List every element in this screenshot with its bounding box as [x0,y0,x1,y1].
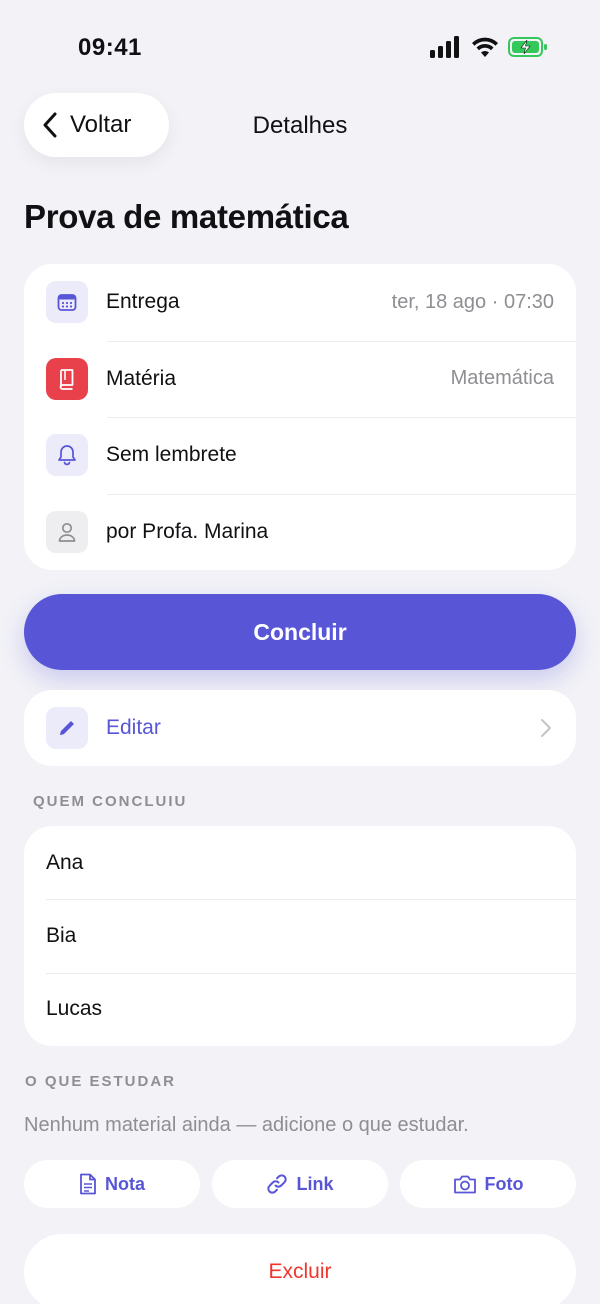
detail-row-subject[interactable]: Matéria Matemática [24,340,576,418]
detail-label: Entrega [106,290,180,314]
status-bar: 09:41 [0,0,600,96]
add-note-button[interactable]: Nota [24,1160,200,1208]
calendar-icon [46,281,88,324]
detail-label: por Profa. Marina [106,519,269,543]
page-title: Prova de matemática [24,198,349,235]
chevron-right-icon [541,719,551,737]
list-item: Ana [46,850,84,874]
add-link-button[interactable]: Link [212,1160,388,1208]
list-item: Lucas [24,972,576,1046]
completed-by-list: Ana Bia Lucas [24,826,576,1046]
detail-label: Sem lembrete [106,443,237,467]
link-icon [267,1174,288,1194]
detail-row-reminder[interactable]: Sem lembrete [24,417,576,494]
detail-row-due-date[interactable]: Entrega ter, 18 ago · 07:30 [24,264,576,341]
bell-icon [46,434,88,477]
camera-icon [453,1175,476,1194]
edit-button[interactable]: Editar [24,690,576,766]
add-note-label: Nota [105,1173,145,1194]
add-link-label: Link [296,1173,334,1194]
list-item: Bia [24,899,576,972]
book-icon [46,357,88,400]
empty-state-text: Nenhum material ainda — adicione o que e… [24,1114,469,1136]
document-icon [80,1173,96,1195]
detail-label: Matéria [106,366,177,390]
battery-charging-icon [508,37,547,57]
add-photo-label: Foto [484,1173,524,1194]
section-header-completed-by: QUEM CONCLUIU [33,793,188,810]
complete-button[interactable]: Concluir [24,594,576,670]
person-icon [46,510,88,553]
status-time: 09:41 [78,34,142,61]
cellular-signal-icon [430,36,459,58]
detail-value: Matemática [450,367,554,390]
pencil-icon [46,707,88,749]
detail-value: ter, 18 ago · 07:30 [391,290,554,313]
wifi-icon [472,37,498,57]
add-photo-button[interactable]: Foto [400,1160,576,1208]
nav-title: Detalhes [252,112,348,139]
section-header-study: O QUE ESTUDAR [25,1073,177,1090]
detail-row-author: por Profa. Marina [24,493,576,571]
delete-button[interactable]: Excluir [24,1234,576,1304]
status-icons [430,36,548,58]
details-card: Entrega ter, 18 ago · 07:30 Matéria Mate… [24,264,576,570]
edit-label: Editar [106,716,161,739]
